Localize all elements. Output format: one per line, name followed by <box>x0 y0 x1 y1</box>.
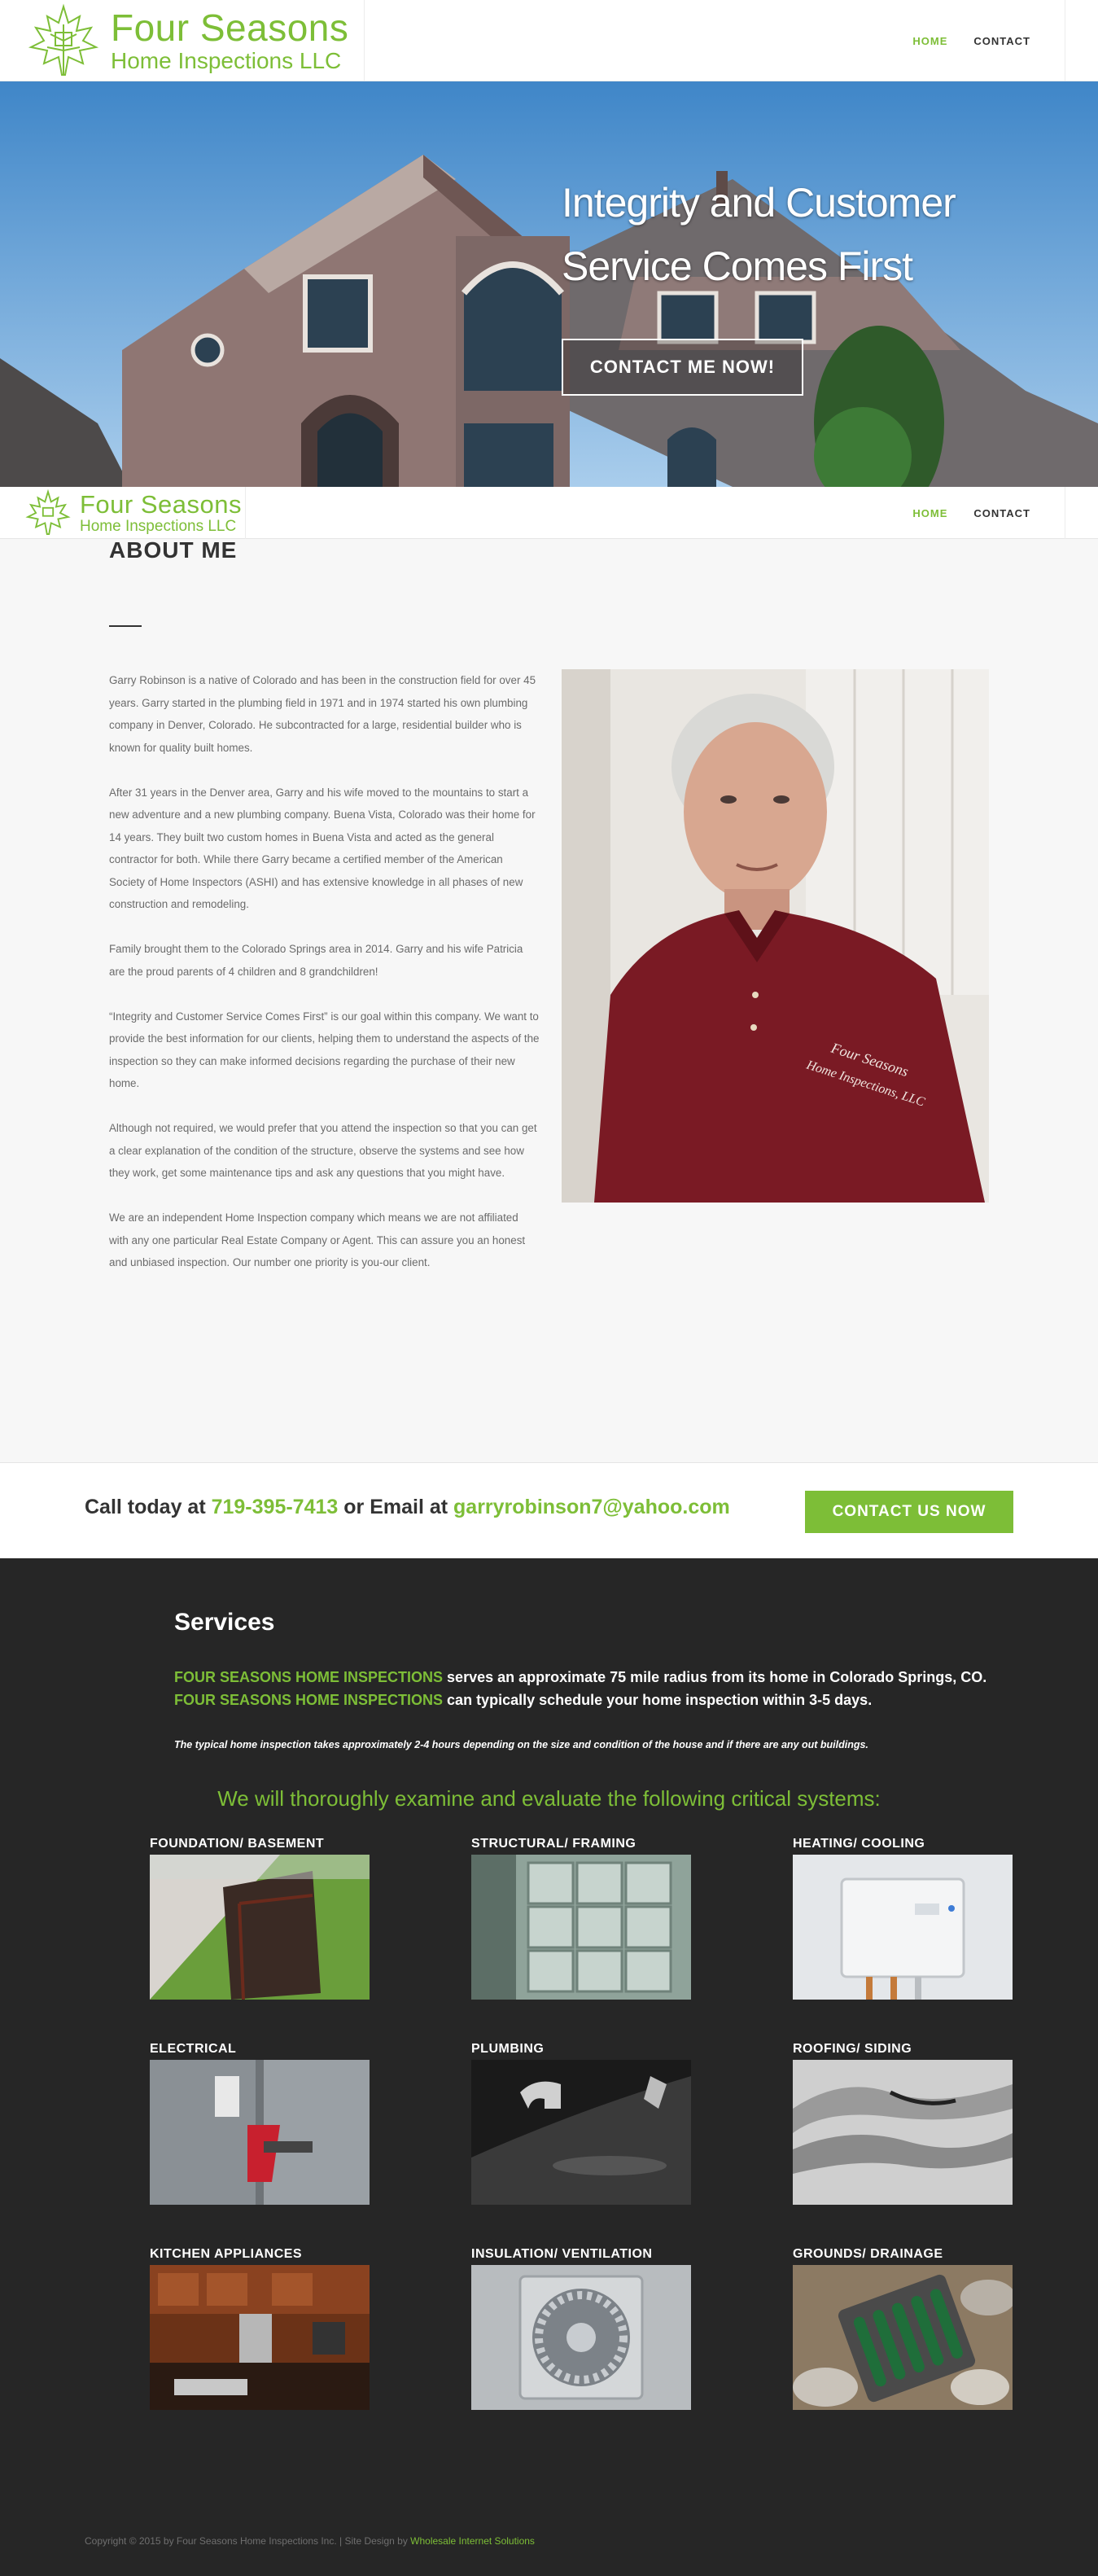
maple-leaf-logo-icon <box>28 3 99 76</box>
contact-me-button[interactable]: CONTACT ME NOW! <box>562 339 803 396</box>
nav-home-link[interactable]: HOME <box>912 35 947 47</box>
phone-link[interactable]: 719-395-7413 <box>212 1496 339 1518</box>
service-label: PLUMBING <box>471 2042 545 2056</box>
sticky-nav: HOME CONTACT <box>912 487 1098 539</box>
sticky-header: Four Seasons Home Inspections LLC HOME C… <box>0 487 1098 539</box>
about-paragraph: Although not required, we would prefer t… <box>109 1122 537 1179</box>
electrical-panel-photo-icon <box>150 2060 370 2205</box>
sticky-nav-home-link[interactable]: HOME <box>912 507 947 519</box>
call-text: Call today at 719-395-7413 or Email at g… <box>85 1496 730 1519</box>
logo-title: Four Seasons <box>111 7 349 49</box>
about-paragraph: “Integrity and Customer Service Comes Fi… <box>109 1010 540 1090</box>
copyright-text: Copyright © 2015 by Four Seasons Home In… <box>85 2535 411 2547</box>
call-to-action-band: Call today at 719-395-7413 or Email at g… <box>0 1462 1098 1558</box>
service-radius-text: serves an approximate 75 mile radius fro… <box>443 1669 987 1685</box>
service-item-insulation: INSULATION/ VENTILATION <box>471 2247 691 2410</box>
contact-us-button[interactable]: CONTACT US NOW <box>805 1491 1013 1533</box>
sticky-logo[interactable]: Four Seasons Home Inspections LLC <box>23 487 246 539</box>
logo-subtitle: Home Inspections LLC <box>111 48 342 73</box>
service-item-heating: HEATING/ COOLING <box>793 1837 1013 2000</box>
service-label: KITCHEN APPLIANCES <box>150 2247 303 2261</box>
service-label: STRUCTURAL/ FRAMING <box>471 1837 636 1851</box>
sticky-logo-title: Four Seasons <box>80 490 242 519</box>
service-item-kitchen: KITCHEN APPLIANCES <box>150 2247 370 2410</box>
hero-banner: Integrity and Customer Service Comes Fir… <box>0 81 1098 487</box>
footer-copyright: Copyright © 2015 by Four Seasons Home In… <box>85 2535 535 2547</box>
about-paragraph: Garry Robinson is a native of Colorado a… <box>109 674 536 754</box>
kitchen-photo-icon <box>150 2265 370 2410</box>
vent-photo-icon <box>471 2265 691 2410</box>
roofing-photo-icon <box>793 2060 1013 2205</box>
water-heater-photo-icon <box>793 1855 1013 2000</box>
service-label: GROUNDS/ DRAINAGE <box>793 2247 943 2261</box>
logo[interactable]: Four Seasons Home Inspections LLC <box>23 0 365 81</box>
inspection-duration-note: The typical home inspection takes approx… <box>174 1739 868 1750</box>
call-prefix: Call today at <box>85 1496 212 1518</box>
about-paragraph: After 31 years in the Denver area, Garry… <box>109 786 536 911</box>
service-label: HEATING/ COOLING <box>793 1837 925 1851</box>
foundation-photo-icon <box>150 1855 370 2000</box>
service-item-foundation: FOUNDATION/ BASEMENT <box>150 1837 370 2000</box>
services-section: Services FOUR SEASONS HOME INSPECTIONS s… <box>0 1558 1098 2576</box>
title-divider <box>109 625 142 627</box>
company-name: FOUR SEASONS HOME INSPECTIONS <box>174 1692 444 1708</box>
service-label: ELECTRICAL <box>150 2042 237 2056</box>
schedule-line: FOUR SEASONS HOME INSPECTIONS can typica… <box>174 1692 872 1709</box>
call-middle: or Email at <box>338 1496 454 1518</box>
service-item-plumbing: PLUMBING <box>471 2042 691 2205</box>
email-link[interactable]: garryrobinson7@yahoo.com <box>453 1496 730 1518</box>
framing-photo-icon <box>471 1855 691 2000</box>
maple-leaf-logo-icon <box>25 488 71 535</box>
about-text: Garry Robinson is a native of Colorado a… <box>109 669 540 1296</box>
drain-photo-icon <box>793 2265 1013 2410</box>
schedule-text: can typically schedule your home inspect… <box>443 1692 873 1708</box>
hero-headline-line2: Service Comes First <box>562 243 913 289</box>
hero-headline-line1: Integrity and Customer <box>562 180 956 226</box>
owner-portrait-photo: Four Seasons Home Inspections, LLC <box>562 669 989 1203</box>
service-item-roofing: ROOFING/ SIDING <box>793 2042 1013 2205</box>
service-label: FOUNDATION/ BASEMENT <box>150 1837 325 1851</box>
about-paragraph: We are an independent Home Inspection co… <box>109 1211 526 1268</box>
service-radius-line: FOUR SEASONS HOME INSPECTIONS serves an … <box>174 1669 986 1686</box>
services-title: Services <box>174 1609 275 1636</box>
service-item-framing: STRUCTURAL/ FRAMING <box>471 1837 691 2000</box>
designer-link[interactable]: Wholesale Internet Solutions <box>410 2535 535 2547</box>
site-header: Four Seasons Home Inspections LLC HOME C… <box>0 0 1098 81</box>
about-paragraph: Family brought them to the Colorado Spri… <box>109 943 523 978</box>
sticky-logo-subtitle: Home Inspections LLC <box>80 518 237 535</box>
service-item-electrical: ELECTRICAL <box>150 2042 370 2205</box>
about-title: ABOUT ME <box>109 537 238 563</box>
sticky-nav-contact-link[interactable]: CONTACT <box>973 507 1030 519</box>
service-label: INSULATION/ VENTILATION <box>471 2247 653 2261</box>
nav-contact-link[interactable]: CONTACT <box>973 35 1030 47</box>
service-item-grounds: GROUNDS/ DRAINAGE <box>793 2247 1013 2410</box>
faucet-photo-icon <box>471 2060 691 2205</box>
company-name: FOUR SEASONS HOME INSPECTIONS <box>174 1669 444 1685</box>
main-nav: HOME CONTACT <box>912 0 1098 81</box>
systems-heading: We will thoroughly examine and evaluate … <box>217 1786 881 1811</box>
service-label: ROOFING/ SIDING <box>793 2042 912 2056</box>
hero-headline: Integrity and Customer Service Comes Fir… <box>562 171 1017 298</box>
